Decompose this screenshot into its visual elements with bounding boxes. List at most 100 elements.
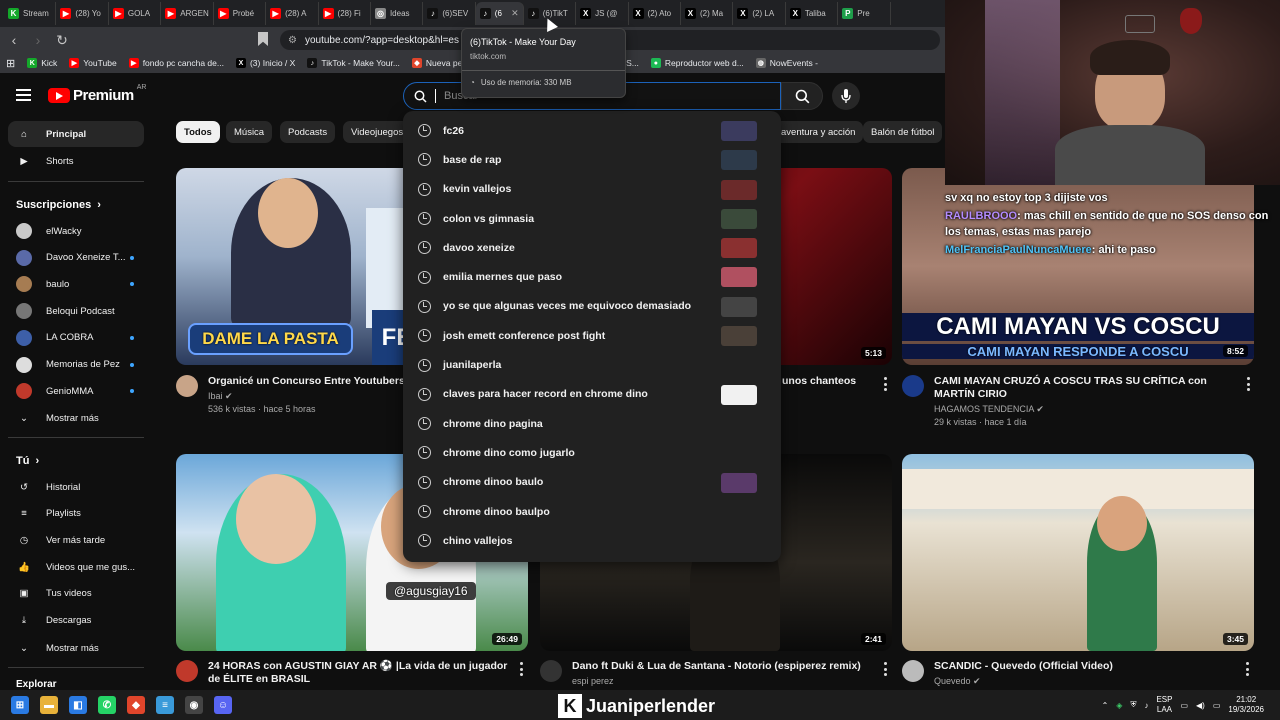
browser-tab[interactable]: ▶ (28) Yo [56, 2, 109, 25]
youtube-premium-logo[interactable]: Premium AR [48, 84, 146, 104]
browser-tab[interactable]: ▶ GOLA [109, 2, 162, 25]
sidebar-item[interactable]: ↺ Historial [8, 474, 144, 500]
voice-search-button[interactable] [832, 82, 860, 110]
sidebar-subscription[interactable]: Davoo Xeneize T... [8, 245, 144, 271]
search-button[interactable] [781, 82, 823, 110]
category-chip[interactable]: Todos [176, 121, 220, 143]
channel-name[interactable]: espi perez [572, 676, 861, 686]
search-suggestion[interactable]: chino vallejos [403, 526, 781, 555]
bookmark-item[interactable]: ▶ YouTube [69, 58, 117, 68]
channel-name[interactable]: Ibai [208, 391, 223, 401]
bookmark-item[interactable]: X (3) Inicio / X [235, 58, 295, 68]
video-title[interactable]: Dano ft Duki & Lua de Santana - Notorio … [572, 660, 861, 673]
browser-tab[interactable]: P Pre [838, 2, 891, 25]
sidebar-item[interactable]: ▣ Tus videos [8, 581, 144, 607]
show-more-button[interactable]: ⌄ Mostrar más [8, 635, 144, 661]
forward-button[interactable]: › [28, 30, 48, 50]
search-suggestion[interactable]: colon vs gimnasia [403, 204, 781, 233]
category-chip[interactable]: Podcasts [280, 121, 336, 143]
apps-grid-icon[interactable]: ⊞ [6, 57, 15, 70]
sidebar-subscription[interactable]: GenioMMA [8, 378, 144, 404]
file-explorer-icon[interactable]: ▬ [40, 696, 58, 714]
search-suggestion[interactable]: emilia mernes que paso [403, 262, 781, 291]
clock[interactable]: 21:02 19/3/2026 [1228, 695, 1264, 715]
bookmark-item[interactable]: ◆ Nueva pes [411, 58, 467, 68]
video-thumbnail[interactable]: 3:45 [902, 454, 1254, 651]
sidebar-item[interactable]: ⤓ Descargas [8, 608, 144, 634]
video-title[interactable]: SCANDIC - Quevedo (Official Video) [934, 660, 1113, 673]
search-suggestion[interactable]: josh emett conference post fight [403, 321, 781, 350]
tab-close-icon[interactable]: ✕ [511, 8, 519, 19]
search-suggestion[interactable]: fc26 [403, 116, 781, 145]
chevron-up-icon[interactable]: ⌃ [1102, 701, 1109, 710]
subscriptions-header[interactable]: Suscripciones › [16, 199, 101, 211]
search-suggestion[interactable]: chrome dino pagina [403, 409, 781, 438]
you-header[interactable]: Tú › [16, 455, 39, 467]
menu-icon[interactable] [16, 89, 31, 101]
bookmark-item[interactable]: ● Reproductor web d... [650, 58, 744, 68]
more-options-icon[interactable] [520, 662, 524, 676]
browser-tab[interactable]: ▶ (28) A [266, 2, 319, 25]
sidebar-subscription[interactable]: Beloqui Podcast [8, 298, 144, 324]
browser-tab[interactable]: X (2) LA [733, 2, 786, 25]
search-suggestion[interactable]: juanilaperla [403, 350, 781, 379]
bookmark-star-icon[interactable] [258, 32, 268, 46]
channel-avatar[interactable] [540, 660, 562, 682]
search-suggestion[interactable]: chrome dinoo baulpo [403, 497, 781, 526]
browser-tab[interactable]: K Stream [4, 2, 57, 25]
browser-tab[interactable]: ♪ (6 ✕ [475, 2, 524, 25]
battery-icon[interactable]: ▭ [1213, 701, 1221, 710]
browser-tab[interactable]: ▶ ARGEN [161, 2, 214, 25]
mic-tray-icon[interactable]: ♪ [1144, 701, 1148, 710]
brave-icon[interactable]: ◆ [127, 696, 145, 714]
channel-avatar[interactable] [902, 375, 924, 397]
sidebar-subscription[interactable]: baulo [8, 271, 144, 297]
browser-tab[interactable]: ◎ Ideas [371, 2, 424, 25]
obs-icon[interactable]: ◉ [185, 696, 203, 714]
show-more-button[interactable]: ⌄ Mostrar más [8, 405, 144, 431]
back-button[interactable]: ‹ [4, 30, 24, 50]
bookmark-item[interactable]: ◍ NowEvents - [755, 58, 818, 68]
more-options-icon[interactable] [884, 662, 888, 676]
shield-icon[interactable]: ⛨ [1130, 700, 1136, 710]
sidebar-subscription[interactable]: LA COBRA [8, 325, 144, 351]
category-chip[interactable]: Balón de fútbol [863, 121, 943, 143]
more-options-icon[interactable] [1246, 662, 1250, 676]
browser-tab[interactable]: ▶ Probé [214, 2, 267, 25]
channel-avatar[interactable] [176, 660, 198, 682]
channel-name[interactable]: HAGAMOS TENDENCIA [934, 404, 1034, 414]
security-icon[interactable]: ◈ [1116, 701, 1122, 710]
search-suggestion[interactable]: davoo xeneize [403, 233, 781, 262]
more-options-icon[interactable] [1247, 377, 1251, 391]
sidebar-item[interactable]: ≡ Playlists [8, 501, 144, 527]
search-suggestion[interactable]: chrome dino como jugarlo [403, 438, 781, 467]
search-suggestion[interactable]: claves para hacer record en chrome dino [403, 380, 781, 409]
search-suggestion[interactable]: kevin vallejos [403, 175, 781, 204]
browser-tab[interactable]: X (2) Ato [629, 2, 681, 25]
sidebar-item[interactable]: ◷ Ver más tarde [8, 527, 144, 553]
browser-tab[interactable]: ♪ (6)SEV [423, 2, 476, 25]
video-title[interactable]: 24 HORAS con AGUSTIN GIAY AR ⚽ |La vida … [208, 660, 516, 686]
category-chip[interactable]: aventura y acción [773, 121, 864, 143]
language-indicator[interactable]: ESP LAA [1156, 695, 1172, 715]
discord-icon[interactable]: ☺ [214, 696, 232, 714]
browser-tab[interactable]: X JS (@ [576, 2, 629, 25]
bookmark-item[interactable]: K Kick [27, 58, 57, 68]
video-title[interactable]: unos chanteos [782, 375, 856, 388]
whatsapp-icon[interactable]: ✆ [98, 696, 116, 714]
category-chip[interactable]: Música [226, 121, 273, 143]
sidebar-item[interactable]: ⌂ Principal [8, 121, 144, 147]
channel-name[interactable]: Quevedo [934, 676, 971, 686]
category-chip[interactable]: Videojuegos [343, 121, 412, 143]
sidebar-subscription[interactable]: elWacky [8, 218, 144, 244]
search-suggestion[interactable]: yo se que algunas veces me equivoco dema… [403, 292, 781, 321]
reload-button[interactable]: ↻ [52, 30, 72, 50]
windows-start-icon[interactable]: ⊞ [11, 696, 29, 714]
search-suggestion[interactable]: base de rap [403, 145, 781, 174]
video-title[interactable]: CAMI MAYAN CRUZÓ A COSCU TRAS SU CRÍTICA… [934, 375, 1242, 401]
sidebar-subscription[interactable]: Memorias de Pez [8, 352, 144, 378]
bookmark-item[interactable]: ♪ TikTok - Make Your... [307, 58, 400, 68]
display-icon[interactable]: ▭ [1180, 701, 1188, 710]
search-suggestion[interactable]: chrome dinoo baulo [403, 468, 781, 497]
browser-tab[interactable]: X (2) Ma [681, 2, 734, 25]
